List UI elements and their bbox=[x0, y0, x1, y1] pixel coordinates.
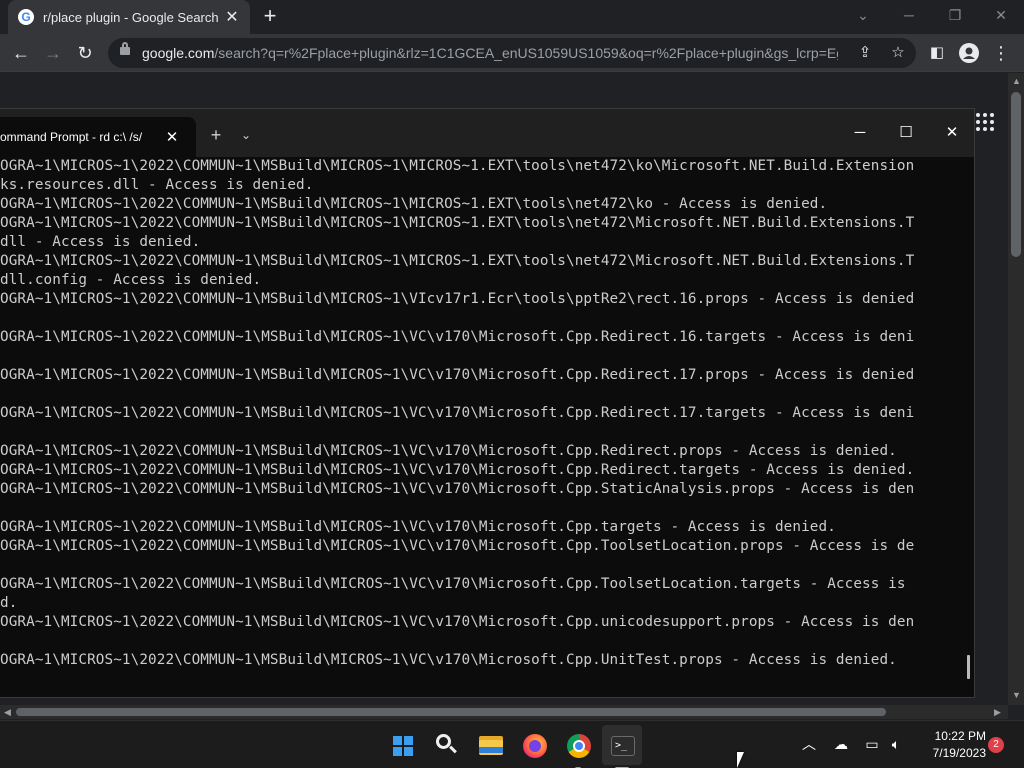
close-window-button[interactable]: ✕ bbox=[978, 0, 1024, 30]
terminal-line: OGRA~1\MICROS~1\2022\COMMUN~1\MSBuild\MI… bbox=[0, 443, 897, 459]
back-button[interactable]: ← bbox=[6, 38, 36, 68]
terminal-line: d. bbox=[0, 595, 18, 611]
terminal-line: OGRA~1\MICROS~1\2022\COMMUN~1\MSBuild\MI… bbox=[0, 538, 915, 554]
terminal-line: OGRA~1\MICROS~1\2022\COMMUN~1\MSBuild\MI… bbox=[0, 196, 828, 212]
chrome-tab-google-search[interactable]: G r/place plugin - Google Search ✕ bbox=[8, 0, 250, 34]
chrome-icon bbox=[567, 734, 591, 758]
terminal-output[interactable]: OGRA~1\MICROS~1\2022\COMMUN~1\MSBuild\MI… bbox=[0, 157, 966, 697]
firefox-button[interactable] bbox=[514, 725, 554, 765]
url-path: /search?q=r%2Fplace+plugin&rlz=1C1GCEA_e… bbox=[214, 45, 838, 61]
minimize-button[interactable]: ─ bbox=[886, 0, 932, 30]
windows-logo-icon bbox=[393, 736, 413, 756]
clock-date[interactable]: 7/19/2023 bbox=[916, 746, 986, 760]
terminal-line: OGRA~1\MICROS~1\2022\COMMUN~1\MSBuild\MI… bbox=[0, 519, 836, 535]
chrome-toolbar: ← → ↻ google.com/search?q=r%2Fplace+plug… bbox=[0, 34, 1024, 72]
taskbar-search-button[interactable] bbox=[426, 725, 466, 765]
start-button[interactable] bbox=[382, 725, 422, 765]
show-hidden-icons-chevron-up-icon[interactable]: ︿ bbox=[800, 733, 818, 755]
restore-button[interactable]: ❐ bbox=[932, 0, 978, 30]
terminal-line: OGRA~1\MICROS~1\2022\COMMUN~1\MSBuild\MI… bbox=[0, 158, 915, 174]
tab-search-icon[interactable]: ⌄ bbox=[840, 0, 886, 30]
terminal-line: OGRA~1\MICROS~1\2022\COMMUN~1\MSBuild\MI… bbox=[0, 614, 915, 630]
chrome-tab-title: r/place plugin - Google Search bbox=[43, 9, 219, 25]
terminal-tab-command-prompt[interactable]: ommand Prompt - rd c:\ /s/ ✕ bbox=[0, 117, 196, 157]
terminal-line: ks.resources.dll - Access is denied. bbox=[0, 177, 314, 193]
terminal-line: OGRA~1\MICROS~1\2022\COMMUN~1\MSBuild\MI… bbox=[0, 253, 915, 269]
terminal-minimize-button[interactable]: ─ bbox=[837, 113, 883, 153]
network-icon[interactable]: ▭ bbox=[862, 733, 882, 755]
scroll-left-arrow-icon[interactable]: ◀ bbox=[4, 707, 11, 718]
forward-button[interactable]: → bbox=[38, 38, 68, 68]
reload-button[interactable]: ↻ bbox=[70, 38, 100, 68]
kebab-menu-icon[interactable]: ⋮ bbox=[986, 38, 1016, 68]
profile-avatar-icon bbox=[959, 43, 979, 63]
close-tab-icon[interactable]: ✕ bbox=[160, 128, 184, 146]
folder-icon-strip bbox=[479, 747, 503, 753]
file-explorer-button[interactable] bbox=[470, 725, 510, 765]
chrome-tab-strip: G r/place plugin - Google Search ✕ + ⌄ ─… bbox=[0, 0, 1024, 34]
terminal-icon: >_ bbox=[611, 736, 635, 756]
windows-taskbar: >_ ︿ ☁ ▭ 🔈︎ 10:22 PM 7/19/2023 2 bbox=[0, 720, 1024, 768]
terminal-tab-title: ommand Prompt - rd c:\ /s/ bbox=[0, 130, 143, 144]
url-text[interactable]: google.com/search?q=r%2Fplace+plugin&rlz… bbox=[142, 45, 838, 61]
close-tab-icon[interactable]: ✕ bbox=[224, 7, 240, 27]
terminal-line: OGRA~1\MICROS~1\2022\COMMUN~1\MSBuild\MI… bbox=[0, 652, 897, 668]
scroll-right-arrow-icon[interactable]: ▶ bbox=[994, 707, 1001, 718]
clock-time[interactable]: 10:22 PM bbox=[916, 729, 986, 743]
terminal-scroll-thumb[interactable] bbox=[967, 655, 970, 679]
star-icon[interactable]: ☆ bbox=[883, 38, 913, 68]
side-panel-icon[interactable]: ◧ bbox=[922, 38, 952, 68]
firefox-icon-core bbox=[529, 740, 541, 752]
horizontal-scroll-thumb[interactable] bbox=[16, 708, 886, 716]
terminal-titlebar[interactable]: ommand Prompt - rd c:\ /s/ ✕ + ⌄ ─ ☐ ✕ bbox=[0, 109, 974, 157]
terminal-line: OGRA~1\MICROS~1\2022\COMMUN~1\MSBuild\MI… bbox=[0, 291, 915, 307]
share-icon[interactable]: ⇪ bbox=[850, 38, 880, 68]
mouse-cursor-icon bbox=[737, 752, 744, 768]
terminal-line: dll - Access is denied. bbox=[0, 234, 201, 250]
terminal-window: ommand Prompt - rd c:\ /s/ ✕ + ⌄ ─ ☐ ✕ O… bbox=[0, 108, 975, 698]
new-tab-button[interactable]: + bbox=[258, 4, 282, 28]
chrome-button[interactable] bbox=[558, 725, 598, 768]
notification-badge[interactable]: 2 bbox=[988, 737, 1004, 753]
terminal-close-button[interactable]: ✕ bbox=[929, 113, 975, 153]
address-bar[interactable]: google.com/search?q=r%2Fplace+plugin&rlz… bbox=[108, 38, 916, 68]
terminal-line: OGRA~1\MICROS~1\2022\COMMUN~1\MSBuild\MI… bbox=[0, 576, 906, 592]
terminal-line: OGRA~1\MICROS~1\2022\COMMUN~1\MSBuild\MI… bbox=[0, 329, 915, 345]
terminal-line: OGRA~1\MICROS~1\2022\COMMUN~1\MSBuild\MI… bbox=[0, 215, 915, 231]
terminal-line: OGRA~1\MICROS~1\2022\COMMUN~1\MSBuild\MI… bbox=[0, 462, 915, 478]
search-icon-handle bbox=[449, 745, 457, 754]
terminal-new-tab-button[interactable]: + bbox=[204, 123, 228, 147]
scroll-up-arrow-icon[interactable]: ▲ bbox=[1012, 76, 1021, 86]
desktop-screen: G r/place plugin - Google Search ✕ + ⌄ ─… bbox=[0, 0, 1024, 768]
volume-icon[interactable]: 🔈︎ bbox=[886, 733, 906, 755]
google-favicon-icon: G bbox=[18, 9, 34, 25]
chevron-down-icon[interactable]: ⌄ bbox=[234, 123, 258, 147]
terminal-maximize-button[interactable]: ☐ bbox=[883, 113, 929, 153]
terminal-line: OGRA~1\MICROS~1\2022\COMMUN~1\MSBuild\MI… bbox=[0, 405, 915, 421]
profile-icon[interactable] bbox=[954, 38, 984, 68]
terminal-line: OGRA~1\MICROS~1\2022\COMMUN~1\MSBuild\MI… bbox=[0, 367, 915, 383]
terminal-line: dll.config - Access is denied. bbox=[0, 272, 262, 288]
apps-grid-icon[interactable] bbox=[976, 113, 994, 131]
lock-icon[interactable] bbox=[120, 42, 130, 55]
terminal-taskbar-button[interactable]: >_ bbox=[602, 725, 642, 768]
scroll-down-arrow-icon[interactable]: ▼ bbox=[1012, 690, 1021, 700]
terminal-line: OGRA~1\MICROS~1\2022\COMMUN~1\MSBuild\MI… bbox=[0, 481, 915, 497]
onedrive-cloud-icon[interactable]: ☁ bbox=[830, 733, 852, 755]
page-scroll-thumb[interactable] bbox=[1011, 92, 1021, 257]
url-host: google.com bbox=[142, 45, 215, 61]
